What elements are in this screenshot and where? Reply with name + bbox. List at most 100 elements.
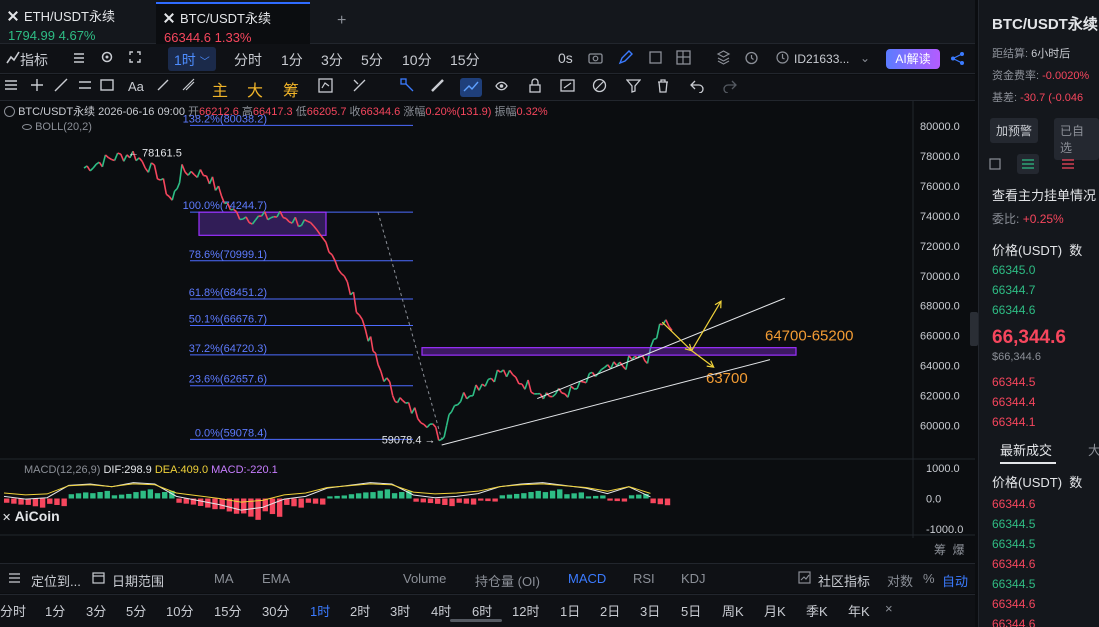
ind-kdj[interactable]: KDJ <box>681 571 706 586</box>
replay-icon[interactable] <box>648 50 663 68</box>
timeframe-option[interactable]: 周K <box>722 601 744 620</box>
trades-tab-clip[interactable]: 大 <box>1088 440 1099 459</box>
ask-row[interactable]: 66344.7 <box>992 283 1035 297</box>
hide-drawings-icon[interactable] <box>560 78 575 97</box>
brush-tool-icon[interactable] <box>156 78 170 96</box>
timeframe-option[interactable]: 1时 <box>310 601 330 620</box>
timeframe-option[interactable]: 15分 <box>214 601 241 620</box>
tab-eth[interactable]: ETH/USDT永续 1794.99 4.67% <box>0 2 156 44</box>
visibility-icon[interactable] <box>494 78 509 97</box>
tf-option[interactable]: 1分 <box>281 50 303 70</box>
chevron-down-icon[interactable]: ⌄ <box>860 51 870 65</box>
log-scale-toggle[interactable]: 对数 <box>887 571 913 590</box>
timeframe-option[interactable]: 3时 <box>390 601 410 620</box>
watchlist-button[interactable]: 已自选 <box>1054 118 1099 160</box>
pen-icon[interactable] <box>618 50 633 68</box>
stack-icon[interactable] <box>716 50 731 68</box>
alarm-icon[interactable] <box>744 50 759 68</box>
trash-icon[interactable] <box>656 78 670 97</box>
big-order-tool[interactable]: 大 <box>247 77 263 101</box>
scroll-handle[interactable] <box>450 619 502 622</box>
bid-row[interactable]: 66344.4 <box>992 395 1035 409</box>
locate-button[interactable]: 定位到... <box>31 571 81 590</box>
eye-icon[interactable] <box>22 124 32 130</box>
add-tab-button[interactable]: + <box>337 12 346 30</box>
filter-icon[interactable] <box>625 78 642 97</box>
tf-option[interactable]: 分时 <box>234 50 262 70</box>
ai-analysis-button[interactable]: AI解读 <box>886 49 940 69</box>
ask-row[interactable]: 66345.0 <box>992 263 1035 277</box>
cursor-icon[interactable] <box>30 78 44 96</box>
tf-option[interactable]: 15分 <box>450 50 480 70</box>
book-view-icon[interactable] <box>989 158 1001 173</box>
timeframe-option[interactable]: 5日 <box>681 601 701 620</box>
add-alert-button[interactable]: 加预警 <box>990 118 1039 143</box>
timeframe-option[interactable]: 3日 <box>640 601 660 620</box>
indicators-icon[interactable] <box>6 50 20 67</box>
ask-row[interactable]: 66344.6 <box>992 303 1035 317</box>
undo-icon[interactable] <box>690 78 705 97</box>
ruler-icon[interactable] <box>430 78 445 97</box>
ind-ma[interactable]: MA <box>214 571 234 586</box>
close-icon[interactable] <box>164 13 174 23</box>
settings-icon[interactable] <box>100 50 114 67</box>
calendar-icon[interactable] <box>92 571 105 587</box>
tf-option[interactable]: 5分 <box>361 50 383 70</box>
book-view-asks-icon[interactable] <box>1061 158 1075 173</box>
book-view-both-icon[interactable] <box>1017 154 1039 174</box>
orderbook-link[interactable]: 查看主力挂单情况 <box>992 185 1096 204</box>
close-icon[interactable] <box>8 11 18 21</box>
measure-tool-icon[interactable] <box>182 78 196 96</box>
community-icon[interactable] <box>798 571 811 587</box>
text-tool[interactable]: Aa <box>128 79 144 94</box>
compare-icon[interactable] <box>72 51 86 68</box>
timeframe-option[interactable]: 3分 <box>86 601 106 620</box>
timeframe-option[interactable]: 2日 <box>600 601 620 620</box>
percent-scale-toggle[interactable]: % <box>923 571 935 586</box>
auto-scale-toggle[interactable]: 自动 <box>942 571 968 590</box>
line-tool-icon[interactable] <box>54 78 68 96</box>
menu-icon[interactable] <box>4 78 18 96</box>
timeframe-option[interactable]: 1日 <box>560 601 580 620</box>
timeframe-option[interactable]: 6时 <box>472 601 492 620</box>
trendline-icon[interactable] <box>400 78 415 97</box>
timeframe-option[interactable]: 12时 <box>512 601 539 620</box>
close-icon[interactable]: × <box>885 601 893 616</box>
ind-ema[interactable]: EMA <box>262 571 290 586</box>
chip-tool[interactable]: 筹 <box>283 77 299 101</box>
locate-icon[interactable] <box>8 571 21 587</box>
trades-title[interactable]: 最新成交 <box>1000 440 1052 459</box>
community-indicators[interactable]: 社区指标 <box>818 571 870 590</box>
timeframe-option[interactable]: 年K <box>848 601 870 620</box>
date-range-button[interactable]: 日期范围 <box>112 571 164 590</box>
camera-icon[interactable] <box>588 51 603 67</box>
layout-icon[interactable] <box>676 50 691 68</box>
share-icon[interactable] <box>950 51 965 69</box>
timeframe-option[interactable]: 1分 <box>45 601 65 620</box>
timeframe-option[interactable]: 30分 <box>262 601 289 620</box>
eraser-icon[interactable] <box>352 78 367 97</box>
tab-btc[interactable]: BTC/USDT永续 66344.6 1.33% <box>156 2 310 45</box>
bid-row[interactable]: 66344.5 <box>992 375 1035 389</box>
timeframe-dropdown[interactable]: 1时 ﹀ <box>168 47 216 71</box>
channel-tool-icon[interactable] <box>78 78 92 96</box>
ind-oi[interactable]: 持仓量 (OI) <box>475 571 540 590</box>
timeframe-option[interactable]: 季K <box>806 601 828 620</box>
magnet-icon[interactable] <box>318 78 333 97</box>
timeframe-option[interactable]: 10分 <box>166 601 193 620</box>
snap-icon[interactable] <box>592 78 607 97</box>
fullscreen-icon[interactable] <box>128 50 142 67</box>
seconds-option[interactable]: 0s <box>558 50 573 66</box>
lock-icon[interactable] <box>528 78 542 97</box>
path-tool-icon[interactable] <box>460 78 482 97</box>
account-id[interactable]: ID21633... <box>794 52 849 66</box>
panel-collapse-handle[interactable] <box>970 312 978 346</box>
timeframe-option[interactable]: 5分 <box>126 601 146 620</box>
redo-icon[interactable] <box>722 78 737 97</box>
ind-volume[interactable]: Volume <box>403 571 446 586</box>
indicators-button[interactable]: 指标 <box>20 50 48 70</box>
timeframe-option[interactable]: 4时 <box>431 601 451 620</box>
main-force-tool[interactable]: 主 <box>212 77 228 101</box>
tf-option[interactable]: 10分 <box>402 50 432 70</box>
boll-legend[interactable]: BOLL(20,2) <box>22 121 92 133</box>
